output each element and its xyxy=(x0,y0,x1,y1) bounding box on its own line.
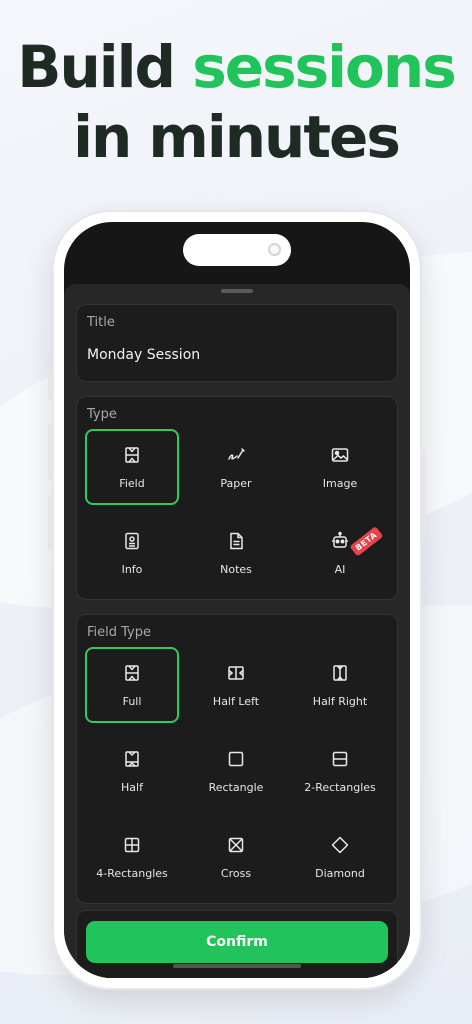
field-type-option-label: 4-Rectangles xyxy=(96,866,168,880)
type-option-label: AI xyxy=(334,562,346,576)
rectangle-icon xyxy=(226,749,246,769)
headline: Build sessions in minutes xyxy=(0,32,472,172)
field-type-option-half-right[interactable]: Half Right xyxy=(293,647,387,723)
half-right-icon xyxy=(330,663,350,683)
camera-icon xyxy=(268,243,281,256)
field-type-option-2-rectangles[interactable]: 2-Rectangles xyxy=(293,733,387,809)
field-type-option-label: Full xyxy=(122,694,142,708)
phone-screen: Title Monday Session Type Field Paper Im… xyxy=(64,222,410,978)
half-left-icon xyxy=(226,663,246,683)
mute-switch xyxy=(48,370,52,400)
document-icon xyxy=(226,531,246,551)
field-type-option-rectangle[interactable]: Rectangle xyxy=(189,733,283,809)
field-type-option-label: Half Left xyxy=(212,694,260,708)
home-indicator[interactable] xyxy=(173,964,301,968)
type-option-image[interactable]: Image xyxy=(293,429,387,505)
type-card: Type Field Paper Image Info Notes AI BET… xyxy=(76,396,398,600)
field-type-option-half[interactable]: Half xyxy=(85,733,179,809)
title-input[interactable]: Monday Session xyxy=(87,347,200,363)
bottom-sheet: Title Monday Session Type Field Paper Im… xyxy=(64,284,410,978)
headline-line1: Build sessions xyxy=(0,32,472,102)
cross-icon xyxy=(226,835,246,855)
field-type-option-label: Half xyxy=(121,780,143,794)
type-option-field[interactable]: Field xyxy=(85,429,179,505)
full-field-icon xyxy=(122,663,142,683)
type-option-label: Notes xyxy=(220,562,252,576)
type-option-label: Field xyxy=(119,476,145,490)
headline-plain: Build xyxy=(17,33,176,101)
title-card[interactable]: Title Monday Session xyxy=(76,304,398,382)
headline-accent: sessions xyxy=(192,33,456,101)
type-option-notes[interactable]: Notes xyxy=(189,515,283,591)
field-icon xyxy=(122,445,142,465)
field-type-label: Field Type xyxy=(87,625,151,640)
type-option-paper[interactable]: Paper xyxy=(189,429,283,505)
volume-down-button xyxy=(48,495,52,550)
confirm-button[interactable]: Confirm xyxy=(86,921,388,963)
diamond-icon xyxy=(330,835,350,855)
type-option-label: Image xyxy=(322,476,358,490)
info-card-icon xyxy=(122,531,142,551)
volume-up-button xyxy=(48,425,52,480)
type-option-ai[interactable]: AI BETA xyxy=(293,515,387,591)
half-field-icon xyxy=(122,749,142,769)
field-type-option-label: Rectangle xyxy=(208,780,264,794)
field-type-option-diamond[interactable]: Diamond xyxy=(293,819,387,895)
type-label: Type xyxy=(87,407,117,422)
pen-icon xyxy=(226,445,246,465)
image-icon xyxy=(330,445,350,465)
type-option-label: Paper xyxy=(220,476,252,490)
field-type-option-4-rectangles[interactable]: 4-Rectangles xyxy=(85,819,179,895)
field-type-option-label: 2-Rectangles xyxy=(304,780,376,794)
phone-frame: Title Monday Session Type Field Paper Im… xyxy=(48,210,426,990)
title-label: Title xyxy=(87,315,115,330)
two-rectangles-icon xyxy=(330,749,350,769)
type-option-info[interactable]: Info xyxy=(85,515,179,591)
sheet-grabber[interactable] xyxy=(221,289,253,293)
field-type-option-cross[interactable]: Cross xyxy=(189,819,283,895)
robot-icon xyxy=(330,531,350,551)
field-type-option-label: Diamond xyxy=(315,866,365,880)
four-rectangles-icon xyxy=(122,835,142,855)
headline-line2: in minutes xyxy=(73,103,401,171)
field-type-card: Field Type Full Half Left Half Right Hal… xyxy=(76,614,398,904)
dynamic-island xyxy=(183,234,291,266)
type-option-label: Info xyxy=(121,562,143,576)
field-type-option-label: Half Right xyxy=(312,694,368,708)
field-type-option-full[interactable]: Full xyxy=(85,647,179,723)
field-type-option-half-left[interactable]: Half Left xyxy=(189,647,283,723)
power-button xyxy=(422,450,426,540)
beta-badge: BETA xyxy=(349,526,384,557)
field-type-option-label: Cross xyxy=(220,866,252,880)
